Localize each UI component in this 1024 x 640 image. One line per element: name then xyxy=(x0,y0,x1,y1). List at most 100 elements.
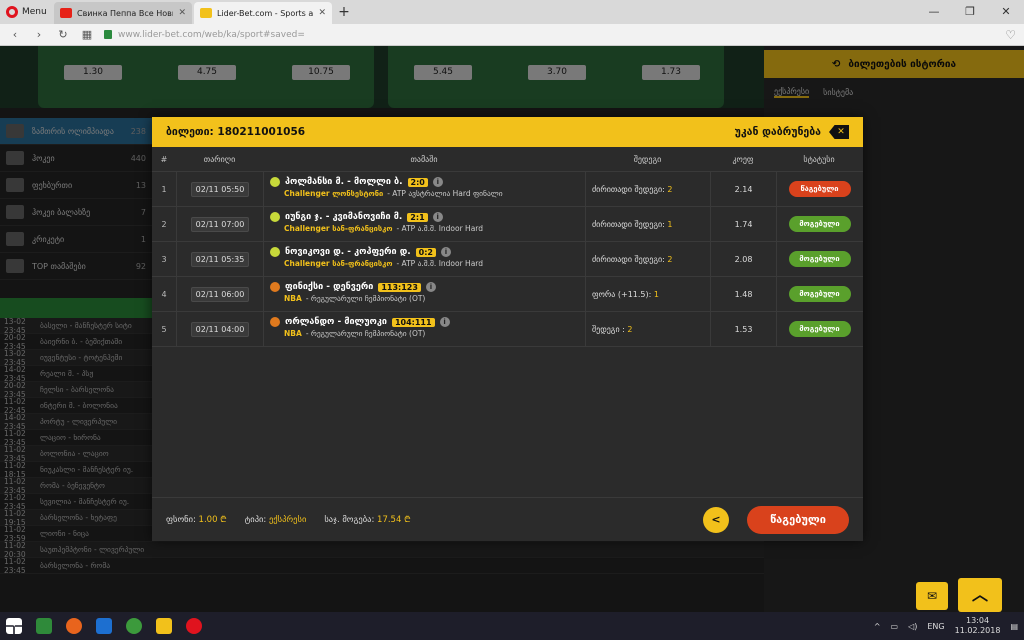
event-league-detail: - ATP ა.შ.შ. Indoor Hard xyxy=(396,259,484,268)
new-tab-button[interactable]: + xyxy=(334,2,354,24)
status-badge: წაგებული xyxy=(788,181,851,197)
tennis-ball-icon xyxy=(270,212,280,222)
chrome-icon[interactable] xyxy=(126,618,142,634)
close-window-icon[interactable]: ✕ xyxy=(988,0,1024,24)
skype-icon[interactable] xyxy=(96,618,112,634)
info-icon[interactable]: i xyxy=(432,212,443,222)
stake-info: ფსონი: 1.00 ₾ xyxy=(166,514,227,525)
info-icon[interactable]: i xyxy=(425,282,436,292)
row-pick-cell: ძირითადი შედეგი: 2 xyxy=(585,242,710,276)
row-date-cell: 02/11 04:00 xyxy=(176,312,263,346)
pick-label: ძირითადი შედეგი: xyxy=(592,184,665,194)
row-date-cell: 02/11 07:00 xyxy=(176,207,263,241)
stake-value: 1.00 ₾ xyxy=(198,515,227,525)
close-tab-icon[interactable]: ✕ xyxy=(318,8,326,18)
lock-icon xyxy=(104,30,112,39)
status-badge: მოგებული xyxy=(788,321,851,337)
ticket-number: 180211001056 xyxy=(217,126,306,138)
info-icon[interactable]: i xyxy=(439,317,450,327)
liderbet-favicon-icon xyxy=(200,8,212,18)
windows-start-icon[interactable] xyxy=(6,618,22,634)
share-icon[interactable]: < xyxy=(703,506,729,533)
ticket-details-modal: ბილეთი: 180211001056 უკან დაბრუნება ✕ # … xyxy=(152,117,863,541)
tab-title: Свинка Пеппа Все Новые xyxy=(77,8,174,18)
minimize-icon[interactable]: — xyxy=(916,0,952,24)
pick-label: ფორა (+11.5): xyxy=(592,289,652,299)
event-league: NBA xyxy=(284,294,302,303)
restore-icon[interactable]: ❐ xyxy=(952,0,988,24)
scroll-up-icon[interactable]: ︿ xyxy=(958,578,1002,612)
menu-label: Menu xyxy=(22,7,47,17)
speed-dial-icon[interactable]: ▦ xyxy=(80,28,94,41)
row-odd: 2.08 xyxy=(710,242,776,276)
back-label: უკან დაბრუნება xyxy=(734,126,821,138)
type-info: ტიპი: ექსპრესი xyxy=(245,515,307,525)
event-score: 2:1 xyxy=(407,212,428,222)
ticket-table-header: # თარიღი თამაში შედეგი კოეფ სტატუსი xyxy=(152,147,863,172)
bookmark-heart-icon[interactable]: ♡ xyxy=(1005,28,1016,42)
event-title-line: ორლანდო - მილუოკი 104:111 i xyxy=(270,317,585,327)
event-title-line: პოლმანსი მ. - მოლლი ბ. 2:0 i xyxy=(270,177,585,187)
col-date: თარიღი xyxy=(203,154,236,164)
clock[interactable]: 13:04 11.02.2018 xyxy=(955,616,1001,636)
row-odd: 1.53 xyxy=(710,312,776,346)
back-icon[interactable]: ‹ xyxy=(8,28,22,41)
event-title-line: ფინიქსი - დენვერი 113:123 i xyxy=(270,282,585,292)
clock-date: 11.02.2018 xyxy=(954,626,1001,635)
row-number: 1 xyxy=(161,184,167,194)
event-league-line: NBA - რეგულარული ჩემპიონატი (OT) xyxy=(270,329,585,338)
firefox-icon[interactable] xyxy=(66,618,82,634)
row-event-cell: ორლანდო - მილუოკი 104:111 i NBA - რეგულარული… xyxy=(263,312,585,346)
event-teams: ფინიქსი - დენვერი xyxy=(285,282,374,292)
status-badge: მოგებული xyxy=(788,286,851,302)
event-league-line: Challenger სან-ფრანცისკო - ATP ა.შ.შ. Ind… xyxy=(270,224,585,233)
back-button[interactable]: უკან დაბრუნება ✕ xyxy=(735,125,849,139)
ticket-row: 3 02/11 05:35 ნოვიკოვი დ. - კოპფერი დ. 0:2 i… xyxy=(152,242,863,277)
info-icon[interactable]: i xyxy=(432,177,443,187)
folder-icon[interactable] xyxy=(156,618,172,634)
notifications-icon[interactable]: ▤ xyxy=(1010,622,1018,631)
row-number: 4 xyxy=(161,289,167,299)
close-tab-icon[interactable]: ✕ xyxy=(178,8,186,18)
event-league-line: Challenger სან-ფრანცისკო - ATP ა.შ.შ. Ind… xyxy=(270,259,585,268)
event-league-detail: - ATP ა.შ.შ. Indoor Hard xyxy=(396,224,484,233)
ticket-row: 4 02/11 06:00 ფინიქსი - დენვერი 113:123 i NBA… xyxy=(152,277,863,312)
row-odd: 1.74 xyxy=(710,207,776,241)
ticket-status-button[interactable]: წაგებული xyxy=(747,505,849,534)
url-field[interactable]: www.lider-bet.com/web/ka/sport#saved= xyxy=(104,30,995,40)
close-icon[interactable]: ✕ xyxy=(829,125,849,139)
opera-logo-icon xyxy=(6,6,18,18)
network-icon[interactable]: ▭ xyxy=(891,622,899,631)
youtube-favicon-icon xyxy=(60,8,72,18)
language-indicator[interactable]: ENG xyxy=(927,622,944,631)
reload-icon[interactable]: ↻ xyxy=(56,28,70,41)
event-teams: ორლანდო - მილუოკი xyxy=(285,317,387,327)
tab-title: Lider-Bet.com - Sports and xyxy=(217,8,314,18)
row-odd: 2.14 xyxy=(710,172,776,206)
row-date: 02/11 05:50 xyxy=(190,181,250,197)
row-status-cell: წაგებული xyxy=(776,172,862,206)
tray-chevron-icon[interactable]: ^ xyxy=(874,622,881,631)
win-value: 17.54 ₾ xyxy=(377,515,411,525)
stake-label: ფსონი: xyxy=(166,515,196,525)
chat-icon[interactable]: ✉ xyxy=(916,582,948,610)
event-league-line: Challenger ლონსესტონი - ATP ავსტრალია Har… xyxy=(270,189,585,198)
row-date: 02/11 04:00 xyxy=(190,321,250,337)
excel-icon[interactable] xyxy=(36,618,52,634)
row-number: 2 xyxy=(161,219,167,229)
browser-tab[interactable]: Свинка Пеппа Все Новые ✕ xyxy=(54,2,192,24)
ticket-row: 5 02/11 04:00 ორლანდო - მილუოკი 104:111 i NBA… xyxy=(152,312,863,347)
volume-icon[interactable]: ◁) xyxy=(908,622,917,631)
forward-icon[interactable]: › xyxy=(32,28,46,41)
opera-icon[interactable] xyxy=(186,618,202,634)
info-icon[interactable]: i xyxy=(441,247,451,257)
pick-value: 2 xyxy=(627,324,633,334)
pick-label: ძირითადი შედეგი: xyxy=(592,254,665,264)
ticket-row: 1 02/11 05:50 პოლმანსი მ. - მოლლი ბ. 2:0 i Ch… xyxy=(152,172,863,207)
pick-label: შედეგი : xyxy=(592,324,625,334)
type-value: ექსპრესი xyxy=(268,514,307,525)
event-league: Challenger სან-ფრანცისკო xyxy=(284,224,393,233)
browser-tab-active[interactable]: Lider-Bet.com - Sports and ✕ xyxy=(194,2,332,24)
opera-menu-button[interactable]: Menu xyxy=(0,0,54,24)
event-score: 113:123 xyxy=(378,282,421,292)
